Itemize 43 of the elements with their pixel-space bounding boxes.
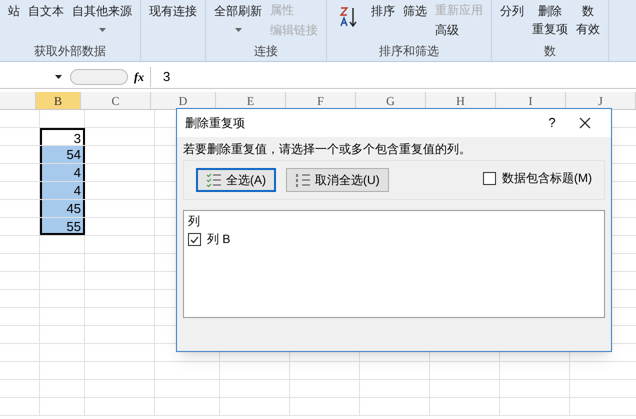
ribbon-command[interactable]: 有效 [576, 20, 600, 38]
cell[interactable]: 4 [40, 164, 85, 181]
unselect-all-button[interactable]: 取消全选(U) [286, 168, 389, 192]
insert-function-button[interactable]: fx [128, 68, 150, 86]
instruction-text: 若要删除重复值，请选择一个或多个包含重复值的列。 [182, 141, 472, 157]
column-header[interactable]: C [81, 92, 151, 109]
checkbox[interactable] [188, 232, 201, 246]
group-label: 排序和筛选 [379, 44, 439, 58]
formula-input[interactable]: 3 [150, 66, 636, 86]
group-label: 连接 [254, 44, 278, 58]
cell[interactable]: 55 [40, 218, 85, 235]
list-heading: 列 [188, 213, 201, 229]
formula-bar-handle[interactable] [70, 68, 128, 84]
checklist-icon [206, 173, 222, 187]
ribbon-command[interactable]: 排序 [371, 2, 395, 20]
ribbon-command[interactable]: 重复项 [532, 20, 568, 38]
ribbon-command[interactable]: 高级 [435, 22, 483, 38]
ribbon-command[interactable]: 分列 [500, 2, 524, 20]
close-icon[interactable] [579, 117, 591, 129]
cell[interactable]: 45 [40, 200, 85, 217]
dialog-title: 删除重复项 [185, 115, 246, 132]
ribbon-command[interactable]: 现有连接 [149, 2, 197, 20]
ribbon-command[interactable]: 筛选 [403, 2, 427, 20]
select-all-button[interactable]: 全选(A) [196, 168, 276, 192]
checkbox-label: 数据包含标题(M) [502, 170, 592, 187]
dropdown-arrow-icon[interactable] [55, 74, 62, 78]
ribbon-command[interactable]: 站 [8, 2, 20, 20]
cell[interactable]: 4 [40, 182, 85, 199]
ribbon-command[interactable]: 自文本 [28, 2, 64, 20]
checkbox[interactable] [483, 172, 496, 184]
ribbon-command[interactable]: 数 [582, 2, 594, 20]
list-item-label: 列 B [207, 231, 230, 247]
group-label: 数 [544, 44, 556, 58]
cell[interactable]: 54 [40, 146, 85, 163]
ribbon-command[interactable]: 全部刷新 [214, 2, 262, 20]
help-button[interactable]: ? [537, 113, 567, 133]
cell[interactable]: 3 [40, 128, 85, 145]
ribbon-command[interactable]: 自其他来源 [72, 2, 132, 20]
column-header[interactable]: B [36, 92, 81, 109]
group-label: 获取外部数据 [34, 44, 106, 58]
list-icon [295, 173, 311, 187]
sort-descending-icon[interactable] [339, 6, 359, 28]
ribbon-command[interactable]: 删除 [538, 2, 562, 20]
